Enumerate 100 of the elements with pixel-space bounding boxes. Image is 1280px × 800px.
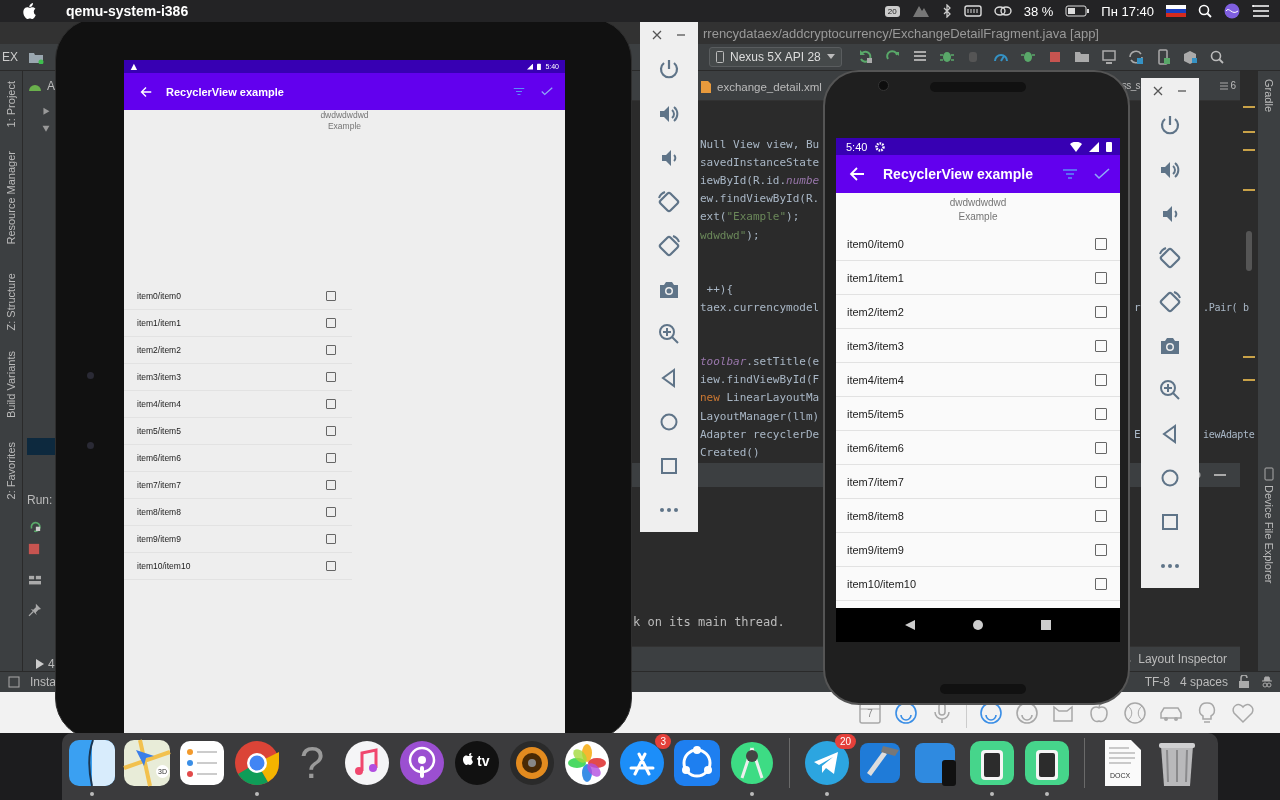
checkbox[interactable] bbox=[1095, 441, 1107, 454]
phone-app-icon[interactable] bbox=[967, 738, 1017, 788]
gutter-mark bbox=[1243, 379, 1255, 381]
checkbox[interactable] bbox=[326, 318, 336, 328]
overview-icon[interactable] bbox=[1040, 619, 1052, 631]
bluetooth-icon[interactable] bbox=[941, 4, 952, 18]
back-arrow-icon[interactable] bbox=[140, 85, 152, 98]
paper-plane-icon[interactable] bbox=[802, 738, 852, 788]
music-note-icon[interactable] bbox=[342, 738, 392, 788]
checkbox[interactable] bbox=[1095, 407, 1107, 420]
tool-window-tab[interactable]: 1: Project bbox=[5, 81, 17, 128]
rotate-right-icon[interactable] bbox=[657, 234, 681, 258]
folder-icon[interactable] bbox=[1073, 49, 1090, 65]
search-icon[interactable] bbox=[1198, 4, 1212, 18]
checkbox[interactable] bbox=[1095, 475, 1107, 488]
tv-icon[interactable] bbox=[452, 738, 502, 788]
zoom-icon[interactable] bbox=[1158, 378, 1182, 402]
checkbox[interactable] bbox=[326, 426, 336, 436]
mountain-icon[interactable] bbox=[911, 4, 930, 18]
scrollbar-thumb[interactable] bbox=[1246, 231, 1252, 271]
triangle-down-icon[interactable] bbox=[41, 123, 51, 133]
back-icon[interactable] bbox=[904, 619, 916, 631]
back-arrow-icon[interactable] bbox=[849, 166, 865, 182]
help-icon[interactable]: ? bbox=[299, 738, 325, 788]
rotate-right-icon[interactable] bbox=[1158, 290, 1182, 314]
file-encoding[interactable]: TF-8 bbox=[1144, 675, 1170, 689]
close-icon[interactable] bbox=[1153, 86, 1163, 96]
rotate-left-icon[interactable] bbox=[1158, 246, 1182, 270]
checkbox[interactable] bbox=[326, 345, 336, 355]
clock[interactable]: Пн 17:40 bbox=[1101, 3, 1154, 19]
sync-icon[interactable] bbox=[1127, 49, 1144, 65]
checkbox[interactable] bbox=[1095, 271, 1107, 284]
checkbox[interactable] bbox=[1095, 237, 1107, 250]
inspector-icon[interactable] bbox=[1260, 675, 1274, 689]
bug-icon[interactable] bbox=[938, 49, 955, 65]
checkbox[interactable] bbox=[326, 372, 336, 382]
refresh-arrow-icon[interactable] bbox=[857, 49, 874, 65]
tool-window-tab[interactable]: Device File Explorer bbox=[1263, 485, 1275, 584]
browser-icon[interactable] bbox=[232, 738, 282, 788]
indent-setting[interactable]: 4 spaces bbox=[1179, 675, 1228, 689]
checkbox[interactable] bbox=[1095, 339, 1107, 352]
tool-window-tab[interactable]: Resource Manager bbox=[5, 151, 17, 246]
app-store-icon[interactable] bbox=[617, 738, 667, 788]
package-icon[interactable] bbox=[1181, 49, 1198, 65]
checkbox[interactable] bbox=[326, 399, 336, 409]
checkbox[interactable] bbox=[1095, 577, 1107, 590]
home-icon[interactable] bbox=[972, 619, 984, 631]
tool-window-tab[interactable]: 4 bbox=[48, 657, 55, 671]
tool-window-tab[interactable]: Gradle bbox=[1263, 79, 1275, 113]
layout-icon[interactable] bbox=[27, 575, 43, 586]
keyboard-icon[interactable] bbox=[963, 4, 982, 18]
finder-icon[interactable] bbox=[67, 738, 117, 788]
checkbox[interactable] bbox=[1095, 373, 1107, 386]
flower-icon[interactable] bbox=[562, 738, 612, 788]
breadcrumb[interactable]: EX bbox=[2, 50, 18, 64]
device-icon[interactable] bbox=[1100, 49, 1117, 65]
checkbox[interactable] bbox=[326, 453, 336, 463]
checkbox[interactable] bbox=[326, 480, 336, 490]
rerun-icon[interactable] bbox=[27, 519, 43, 533]
square-icon[interactable] bbox=[8, 676, 20, 688]
tool-window-tab[interactable]: Z: Structure bbox=[5, 273, 17, 331]
close-icon[interactable] bbox=[652, 30, 662, 40]
device-selector[interactable]: Nexus 5X API 28 bbox=[709, 47, 842, 67]
apple-logo-icon[interactable] bbox=[22, 3, 36, 19]
tool-window-tab[interactable]: Build Variants bbox=[5, 350, 17, 418]
check-icon[interactable] bbox=[1094, 168, 1110, 180]
checkbox[interactable] bbox=[1095, 305, 1107, 318]
zoom-icon[interactable] bbox=[657, 322, 681, 346]
folder-icon[interactable] bbox=[28, 50, 44, 64]
flag-icon[interactable] bbox=[1166, 4, 1186, 18]
battery-icon[interactable] bbox=[1065, 5, 1090, 17]
stop-icon[interactable] bbox=[27, 543, 41, 555]
siri-icon[interactable] bbox=[1224, 3, 1240, 19]
checklist-icon[interactable] bbox=[177, 738, 227, 788]
triangle-right-icon[interactable] bbox=[41, 107, 51, 116]
calendar-badge[interactable]: 20 bbox=[884, 5, 900, 17]
tool-window-tab[interactable]: 2: Favorites bbox=[5, 441, 17, 500]
editor-tab[interactable]: exchange_detail.xml bbox=[700, 80, 822, 94]
lock-icon[interactable] bbox=[1238, 675, 1250, 689]
checkbox[interactable] bbox=[1095, 509, 1107, 522]
checkbox[interactable] bbox=[1095, 543, 1107, 556]
tool-window-tab[interactable]: Layout Inspector bbox=[1138, 652, 1227, 666]
phone-app-icon[interactable] bbox=[1022, 738, 1072, 788]
podcast-icon[interactable] bbox=[397, 738, 447, 788]
rotate-left-icon[interactable] bbox=[657, 190, 681, 214]
checkbox[interactable] bbox=[326, 507, 336, 517]
checkbox[interactable] bbox=[326, 534, 336, 544]
checkbox[interactable] bbox=[326, 291, 336, 301]
speaker-icon[interactable] bbox=[507, 738, 557, 788]
bug-icon[interactable] bbox=[1019, 49, 1036, 65]
menu-icon[interactable] bbox=[1252, 4, 1270, 18]
app-name[interactable]: qemu-system-i386 bbox=[66, 3, 189, 19]
link-icon[interactable] bbox=[993, 4, 1012, 18]
check-icon[interactable] bbox=[541, 87, 553, 96]
code-fragment: r bbox=[1134, 300, 1141, 314]
share-icon[interactable] bbox=[672, 738, 722, 788]
checkbox[interactable] bbox=[326, 561, 336, 571]
map-icon[interactable] bbox=[122, 738, 172, 788]
pin-icon[interactable] bbox=[27, 603, 43, 617]
tab-overflow[interactable]: 6 bbox=[1220, 80, 1236, 91]
